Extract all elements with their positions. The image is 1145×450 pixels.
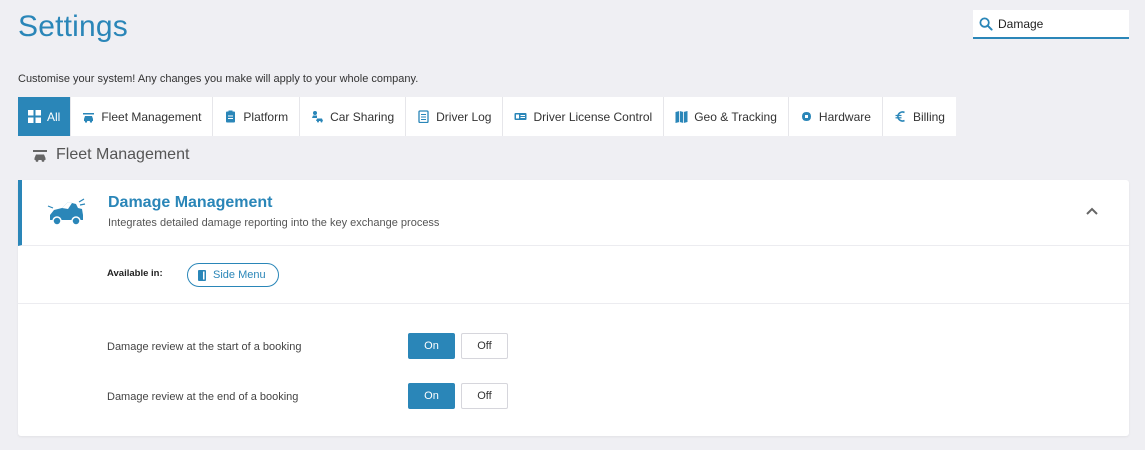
search-box[interactable] [973,10,1129,39]
setting-row-end: Damage review at the end of a booking On… [18,382,1129,412]
map-icon [675,111,688,123]
clipboard-icon [226,110,236,123]
tab-label: Geo & Tracking [694,109,777,124]
damage-management-card: Damage Management Integrates detailed da… [18,180,1129,436]
setting-label: Damage review at the start of a booking [107,341,302,353]
tab-label: Hardware [818,109,871,124]
tab-label: Driver License Control [533,109,653,124]
car-wash-icon [33,150,47,162]
tab-car-sharing[interactable]: Car Sharing [300,97,407,136]
tab-geo-tracking[interactable]: Geo & Tracking [664,97,789,136]
tab-fleet-management[interactable]: Fleet Management [71,97,214,136]
card-header[interactable]: Damage Management Integrates detailed da… [18,180,1129,246]
tab-hardware[interactable]: Hardware [789,97,883,136]
tab-platform[interactable]: Platform [213,97,301,136]
setting-label: Damage review at the end of a booking [107,391,299,403]
category-tabs: All Fleet Management Platform Car Sharin… [18,97,956,136]
tab-label: Billing [912,109,945,124]
tab-all[interactable]: All [18,97,72,136]
section-heading: Fleet Management [32,146,189,164]
availability-row: Available in: Side Menu [18,246,1129,304]
section-title: Fleet Management [56,146,190,163]
card-description: Integrates detailed damage reporting int… [108,217,440,229]
setting-row-start: Damage review at the start of a booking … [18,332,1129,362]
off-button[interactable]: Off [461,333,508,359]
notebook-icon [418,110,429,123]
tab-label: Platform [243,109,289,124]
tab-billing[interactable]: Billing [883,97,956,136]
card-title: Damage Management [108,194,273,211]
on-off-toggle: On Off [408,383,508,409]
page-title: Settings [18,10,128,43]
damaged-car-icon [47,198,86,226]
car-wash-icon [83,113,95,123]
available-in-label: Available in: [107,268,163,279]
side-menu-chip[interactable]: Side Menu [187,263,279,287]
euro-icon [895,111,905,122]
side-menu-icon [198,269,206,281]
on-button[interactable]: On [408,383,455,409]
chevron-up-icon[interactable] [1085,206,1099,216]
tab-driver-license-control[interactable]: Driver License Control [503,97,665,136]
chip-label: Side Menu [213,269,266,281]
tab-label: Driver Log [436,109,492,124]
on-button[interactable]: On [408,333,455,359]
tab-label: Car Sharing [330,109,395,124]
on-off-toggle: On Off [408,333,508,359]
search-icon [979,17,993,31]
grid-icon [28,110,41,123]
chip-icon [801,112,811,121]
off-button[interactable]: Off [461,383,508,409]
tab-label: Fleet Management [101,109,202,124]
id-card-icon [514,113,527,120]
car-sharing-icon [312,111,324,123]
page-subtitle: Customise your system! Any changes you m… [18,73,419,85]
search-input[interactable] [998,16,1118,31]
tab-driver-log[interactable]: Driver Log [406,97,504,136]
tab-label: All [47,109,61,124]
